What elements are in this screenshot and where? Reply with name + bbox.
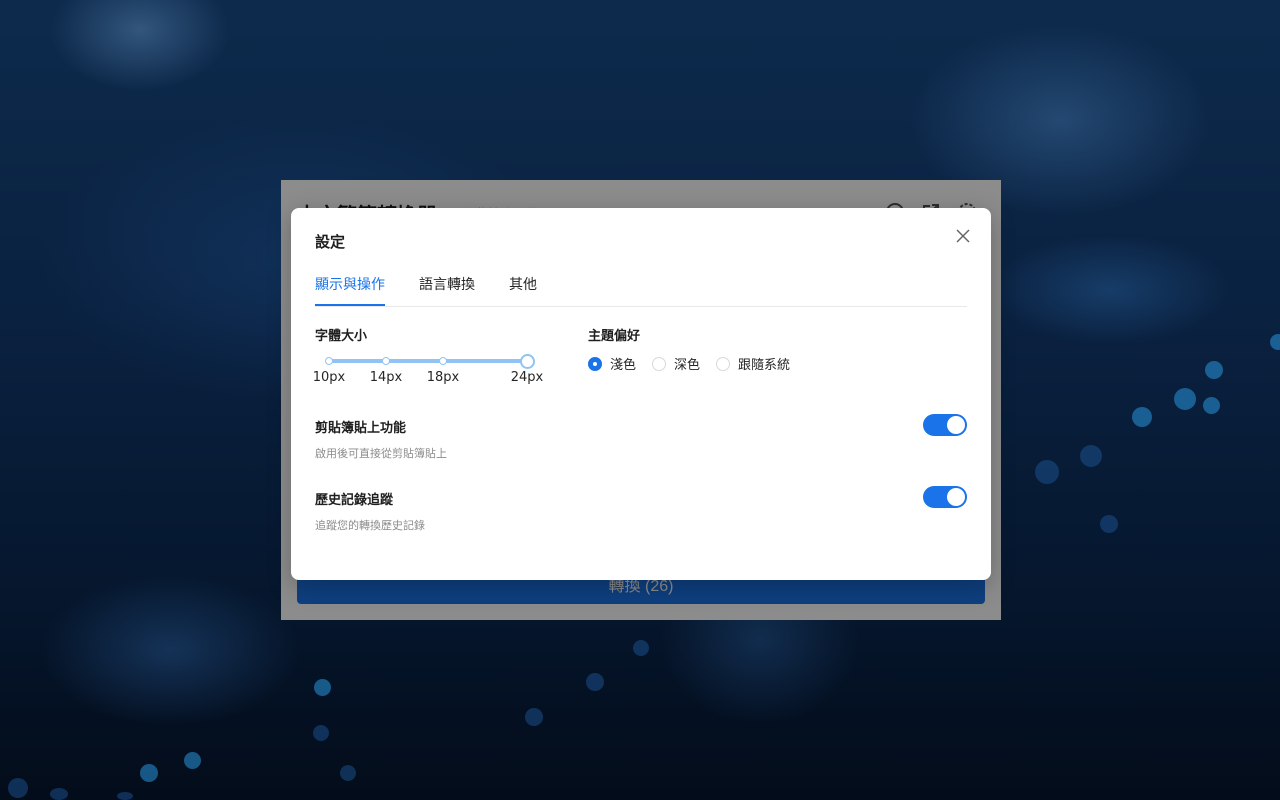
bokeh-light	[140, 764, 158, 782]
settings-dialog: 設定 顯示與操作 語言轉換 其他 字體大小 10px 14px 18px 24p…	[291, 208, 991, 580]
theme-option-light[interactable]: 淺色	[588, 354, 636, 373]
slider-mark-14[interactable]: 14px	[370, 370, 403, 385]
theme-option-system[interactable]: 跟隨系統	[716, 354, 790, 373]
theme-radio-group: 淺色 深色 跟隨系統	[588, 354, 806, 373]
bokeh-light	[314, 679, 331, 696]
slider-track[interactable]	[329, 359, 527, 363]
slider-dot-10[interactable]	[325, 357, 333, 365]
tab-other[interactable]: 其他	[509, 270, 537, 305]
bokeh-light	[340, 765, 356, 781]
radio-label-dark: 深色	[674, 358, 701, 373]
bokeh-light	[586, 673, 604, 691]
bokeh-light	[633, 640, 649, 656]
radio-label-light: 淺色	[610, 358, 637, 373]
bokeh-light	[1100, 515, 1118, 533]
font-size-label: 字體大小	[315, 329, 368, 344]
bokeh-light	[1270, 334, 1280, 350]
font-size-slider[interactable]	[325, 354, 535, 369]
theme-label: 主題偏好	[588, 329, 641, 344]
bokeh-light	[1080, 445, 1102, 467]
radio-dark[interactable]	[652, 356, 667, 371]
slider-mark-24[interactable]: 24px	[511, 370, 544, 385]
slider-dot-18[interactable]	[439, 357, 447, 365]
theme-option-dark[interactable]: 深色	[652, 354, 700, 373]
clipboard-description: 啟用後可直接從剪貼簿貼上	[315, 447, 447, 460]
tab-language[interactable]: 語言轉換	[419, 270, 475, 305]
bokeh-light	[1035, 460, 1059, 484]
bokeh-light	[117, 792, 133, 800]
bokeh-light	[313, 725, 329, 741]
radio-light[interactable]	[588, 356, 602, 371]
bokeh-light	[1205, 361, 1223, 379]
bokeh-light	[184, 752, 201, 769]
clipboard-toggle[interactable]	[923, 414, 967, 436]
dialog-title: 設定	[315, 233, 346, 251]
bokeh-light	[8, 778, 28, 798]
close-icon	[956, 229, 970, 243]
bokeh-light	[50, 788, 68, 800]
history-description: 追蹤您的轉換歷史記錄	[315, 519, 425, 532]
tab-display[interactable]: 顯示與操作	[315, 270, 385, 306]
bokeh-light	[1174, 388, 1196, 410]
history-toggle[interactable]	[923, 486, 967, 508]
bokeh-light	[1132, 407, 1152, 427]
bokeh-light	[1203, 397, 1220, 414]
radio-system[interactable]	[716, 356, 731, 371]
bokeh-light	[525, 708, 543, 726]
settings-tabs: 顯示與操作 語言轉換 其他	[315, 270, 967, 307]
radio-label-system: 跟隨系統	[738, 358, 791, 373]
slider-mark-10[interactable]: 10px	[313, 370, 346, 385]
slider-handle[interactable]	[520, 354, 535, 369]
history-label: 歷史記錄追蹤	[315, 493, 394, 508]
clipboard-label: 剪貼簿貼上功能	[315, 421, 407, 436]
slider-dot-14[interactable]	[382, 357, 390, 365]
close-button[interactable]	[951, 224, 975, 248]
slider-mark-18[interactable]: 18px	[427, 370, 460, 385]
